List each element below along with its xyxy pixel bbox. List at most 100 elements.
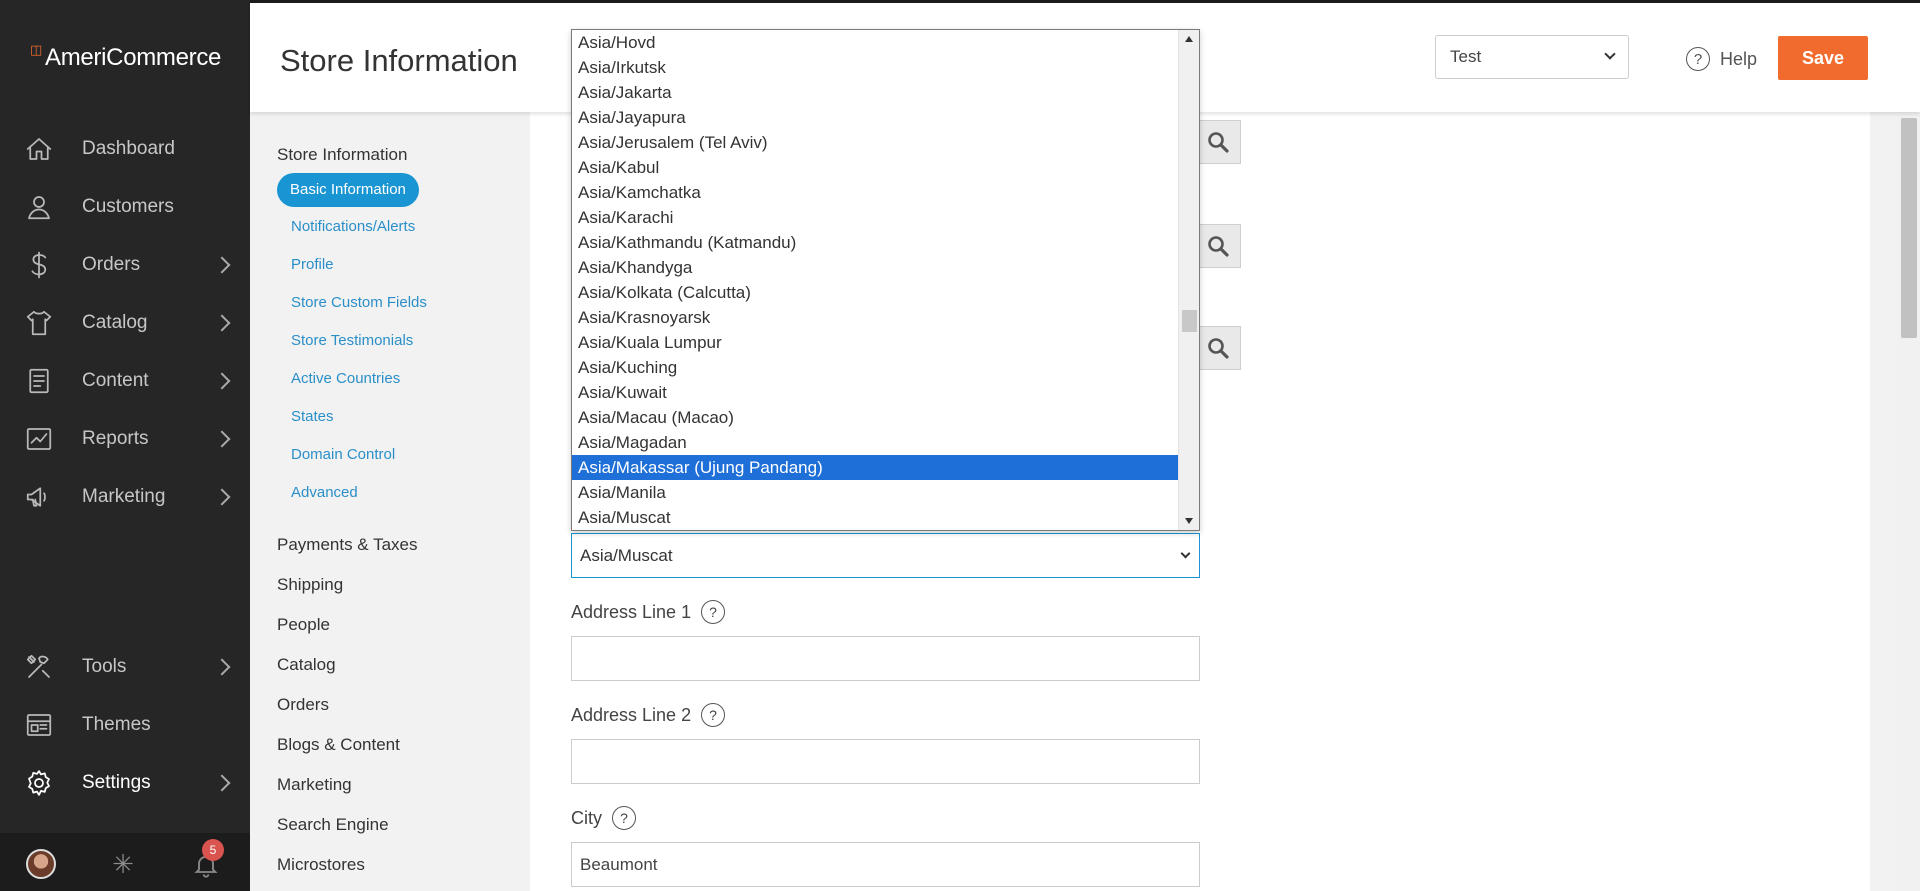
search-button[interactable] [1195,120,1241,164]
city-field[interactable]: Beaumont [571,842,1200,887]
timezone-option[interactable]: Asia/Jayapura [572,105,1179,130]
timezone-option[interactable]: Asia/Magadan [572,430,1179,455]
scroll-down-arrow-icon[interactable] [1185,518,1193,524]
help-link[interactable]: ? Help [1686,47,1757,71]
chevron-right-icon [213,774,231,792]
sidebar-item-label: Catalog [82,312,148,333]
subnav-link-basic-information[interactable]: Basic Information [277,173,419,207]
timezone-option[interactable]: Asia/Macau (Macao) [572,405,1179,430]
page-scrollbar-thumb[interactable] [1901,118,1917,338]
subnav-link-domain-control[interactable]: Domain Control [291,446,395,463]
subnav-section-people[interactable]: People [277,615,330,635]
save-button[interactable]: Save [1778,36,1868,80]
dropdown-scrollbar-thumb[interactable] [1182,310,1197,332]
timezone-option[interactable]: Asia/Kabul [572,155,1179,180]
sidebar-item-reports[interactable]: Reports [0,410,250,468]
address1-label: Address Line 1 ? [571,600,726,624]
brand-logo[interactable]: ◫ AmeriCommerce [30,42,222,72]
timezone-option[interactable]: Asia/Manila [572,480,1179,505]
subnav-section-catalog[interactable]: Catalog [277,655,336,675]
address2-label-text: Address Line 2 [571,704,692,725]
subnav-section-blogs-content[interactable]: Blogs & Content [277,735,400,755]
sidebar-item-themes[interactable]: Themes [0,696,250,754]
avatar[interactable] [26,849,56,879]
sidebar-item-label: Tools [82,656,127,677]
timezone-option[interactable]: Asia/Jakarta [572,80,1179,105]
sidebar-item-marketing[interactable]: Marketing [0,468,250,526]
sidebar-item-label: Dashboard [82,138,175,159]
subnav-section-search-engine[interactable]: Search Engine [277,815,389,835]
loading-spinner-icon[interactable]: ✳ [108,849,138,879]
search-icon [1208,132,1229,153]
sidebar-item-orders[interactable]: Orders [0,236,250,294]
sidebar-item-customers[interactable]: Customers [0,178,250,236]
chevron-right-icon [213,488,231,506]
timezone-option[interactable]: Asia/Muscat [572,505,1179,530]
sidebar-item-label: Themes [82,714,151,735]
tools-nav: Tools Themes Settings [0,638,250,812]
sidebar-item-dashboard[interactable]: Dashboard [0,120,250,178]
timezone-option[interactable]: Asia/Karachi [572,205,1179,230]
dropdown-scrollbar[interactable] [1178,30,1199,530]
main-nav: Dashboard Customers Orders Catalog Content Re… [0,120,250,526]
subnav-link-profile[interactable]: Profile [291,256,334,273]
timezone-option[interactable]: Asia/Kuwait [572,380,1179,405]
address2-field[interactable] [571,739,1200,784]
subnav-section-payments-taxes[interactable]: Payments & Taxes [277,535,417,555]
sidebar-item-catalog[interactable]: Catalog [0,294,250,352]
timezone-option[interactable]: Asia/Kuching [572,355,1179,380]
subnav-section-orders[interactable]: Orders [277,695,329,715]
user-icon [24,192,54,222]
timezone-options: Asia/Hovd Asia/Irkutsk Asia/Jakarta Asia/Ja… [572,30,1179,530]
search-button[interactable] [1195,224,1241,268]
page-title: Store Information [280,43,518,78]
subnav-link-store-custom-fields[interactable]: Store Custom Fields [291,294,427,311]
timezone-option[interactable]: Asia/Krasnoyarsk [572,305,1179,330]
subnav-link-states[interactable]: States [291,408,334,425]
help-icon[interactable]: ? [701,600,726,624]
store-select[interactable]: Test [1435,35,1629,79]
tools-icon [24,652,54,682]
timezone-option[interactable]: Asia/Khandyga [572,255,1179,280]
chart-icon [24,424,54,454]
sidebar-item-content[interactable]: Content [0,352,250,410]
help-label: Help [1720,48,1758,69]
subnav-section-title[interactable]: Store Information [277,145,407,165]
page-scrollbar[interactable] [1898,112,1920,891]
home-icon [24,134,54,164]
scroll-up-arrow-icon[interactable] [1185,36,1193,42]
timezone-option[interactable]: Asia/Kathmandu (Katmandu) [572,230,1179,255]
timezone-option[interactable]: Asia/Kuala Lumpur [572,330,1179,355]
address2-label: Address Line 2 ? [571,703,726,727]
help-icon[interactable]: ? [612,806,636,830]
sidebar-item-settings[interactable]: Settings [0,754,250,812]
notification-badge: 5 [202,839,224,861]
sidebar-item-tools[interactable]: Tools [0,638,250,696]
timezone-option[interactable]: Asia/Kamchatka [572,180,1179,205]
timezone-option[interactable]: Asia/Jerusalem (Tel Aviv) [572,130,1179,155]
subnav-link-store-testimonials[interactable]: Store Testimonials [291,332,413,349]
timezone-select[interactable]: Asia/Muscat [571,533,1200,578]
subnav-link-notifications-alerts[interactable]: Notifications/Alerts [291,218,415,235]
chevron-right-icon [213,430,231,448]
timezone-option[interactable]: Asia/Irkutsk [572,55,1179,80]
search-button[interactable] [1195,326,1241,370]
subnav-link-advanced[interactable]: Advanced [291,484,358,501]
timezone-option[interactable]: Asia/Hovd [572,30,1179,55]
subnav-section-microstores[interactable]: Microstores [277,855,365,875]
shirt-icon [24,308,54,338]
sidebar-footer: ✳ 5 [0,833,250,891]
chevron-down-icon [1604,48,1616,60]
chevron-right-icon [213,372,231,390]
timezone-dropdown-list[interactable]: Asia/Hovd Asia/Irkutsk Asia/Jakarta Asia/Ja… [571,29,1200,531]
help-icon[interactable]: ? [701,703,726,727]
megaphone-icon [24,482,54,512]
brand-name: AmeriCommerce [44,44,222,71]
timezone-option[interactable]: Asia/Kolkata (Calcutta) [572,280,1179,305]
subnav-section-marketing[interactable]: Marketing [277,775,352,795]
subnav-section-shipping[interactable]: Shipping [277,575,343,595]
address1-field[interactable] [571,636,1200,681]
city-label-text: City [571,807,602,828]
timezone-option[interactable]: Asia/Makassar (Ujung Pandang) [572,455,1179,480]
subnav-link-active-countries[interactable]: Active Countries [291,370,400,387]
